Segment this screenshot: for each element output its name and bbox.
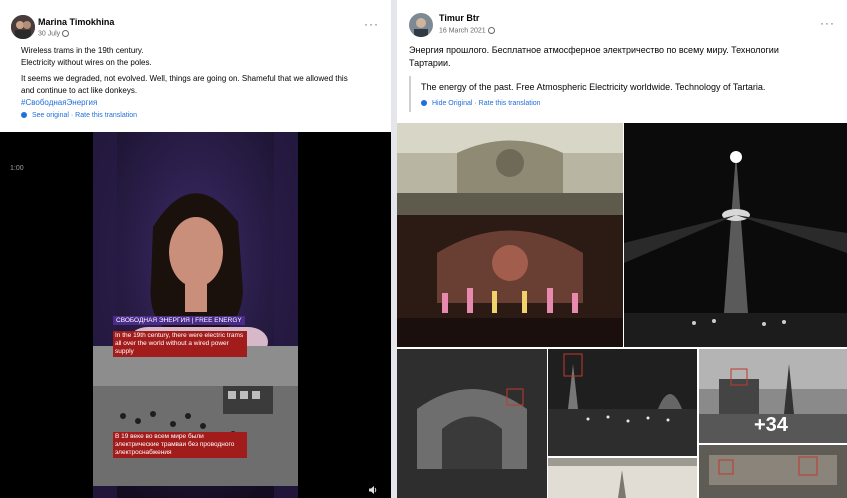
translation-bar bbox=[409, 76, 411, 112]
post-paragraph-2: and continue to act like donkeys. bbox=[21, 86, 138, 95]
author-name[interactable]: Timur Btr bbox=[439, 13, 479, 23]
author-avatar[interactable] bbox=[11, 15, 35, 39]
volume-icon[interactable] bbox=[368, 482, 378, 494]
translated-text: The energy of the past. Free Atmospheric… bbox=[421, 82, 766, 92]
more-options-button[interactable]: ··· bbox=[820, 16, 835, 30]
post-date[interactable]: 16 March 2021 bbox=[439, 27, 495, 34]
more-options-button[interactable]: ··· bbox=[364, 17, 379, 31]
see-original-link[interactable]: See original bbox=[32, 112, 69, 119]
photo-palace-day-night[interactable] bbox=[397, 123, 623, 347]
photo-more[interactable] bbox=[699, 445, 847, 498]
video-timestamp: 1:00 bbox=[10, 165, 24, 172]
post-card-left: Marina Timokhina 30 July ··· Wireless tr… bbox=[0, 0, 391, 498]
rate-translation-link[interactable]: Rate this translation bbox=[75, 112, 137, 119]
post-date-text[interactable]: 30 July bbox=[38, 30, 60, 37]
author-name[interactable]: Marina Timokhina bbox=[38, 17, 114, 27]
translate-icon bbox=[21, 112, 27, 119]
video-banner: СВОБОДНАЯ ЭНЕРГИЯ | FREE ENERGY bbox=[113, 316, 245, 325]
photo-tower-night[interactable] bbox=[624, 123, 847, 347]
original-text-line-1: Энергия прошлого. Бесплатное атмосферное… bbox=[409, 45, 779, 55]
post-paragraph-1: It seems we degraded, not evolved. Well,… bbox=[21, 74, 348, 83]
photo-city-night[interactable] bbox=[548, 349, 697, 456]
hashtag-link[interactable]: #СвободнаяЭнергия bbox=[21, 98, 97, 107]
translate-icon bbox=[421, 100, 427, 107]
separator: · bbox=[70, 112, 74, 119]
caption-russian: В 19 веке во всем мире были электрически… bbox=[113, 432, 247, 458]
tram-photo bbox=[93, 346, 298, 486]
post-date-text[interactable]: 16 March 2021 bbox=[439, 27, 486, 34]
photo-arch-night[interactable] bbox=[397, 349, 547, 498]
photo-tower-small[interactable] bbox=[548, 458, 697, 498]
post-line-2: Electricity without wires on the poles. bbox=[21, 58, 152, 67]
hide-original-link[interactable]: Hide Original bbox=[432, 100, 472, 107]
video-frame[interactable]: СВОБОДНАЯ ЭНЕРГИЯ | FREE ENERGY In the 1… bbox=[93, 132, 298, 498]
more-photos-count[interactable]: +34 bbox=[754, 414, 788, 437]
translation-links: Hide Original · Rate this translation bbox=[421, 100, 541, 107]
post-card-right: Timur Btr 16 March 2021 ··· Энергия прош… bbox=[397, 0, 847, 498]
rate-translation-link[interactable]: Rate this translation bbox=[479, 100, 541, 107]
caption-english: In the 19th century, there were electric… bbox=[113, 331, 247, 357]
separator: · bbox=[474, 100, 477, 107]
original-text-line-2: Тартарии. bbox=[409, 58, 451, 68]
post-date[interactable]: 30 July bbox=[38, 30, 70, 37]
globe-icon bbox=[487, 27, 495, 34]
video-player[interactable]: 1:00 СВОБОДНАЯ ЭНЕРГИЯ | FREE ENERGY In … bbox=[0, 132, 391, 498]
globe-icon bbox=[62, 30, 70, 37]
post-line-1: Wireless trams in the 19th century. bbox=[21, 46, 144, 55]
translation-links: See original · Rate this translation bbox=[21, 112, 137, 119]
author-avatar[interactable] bbox=[409, 13, 433, 37]
